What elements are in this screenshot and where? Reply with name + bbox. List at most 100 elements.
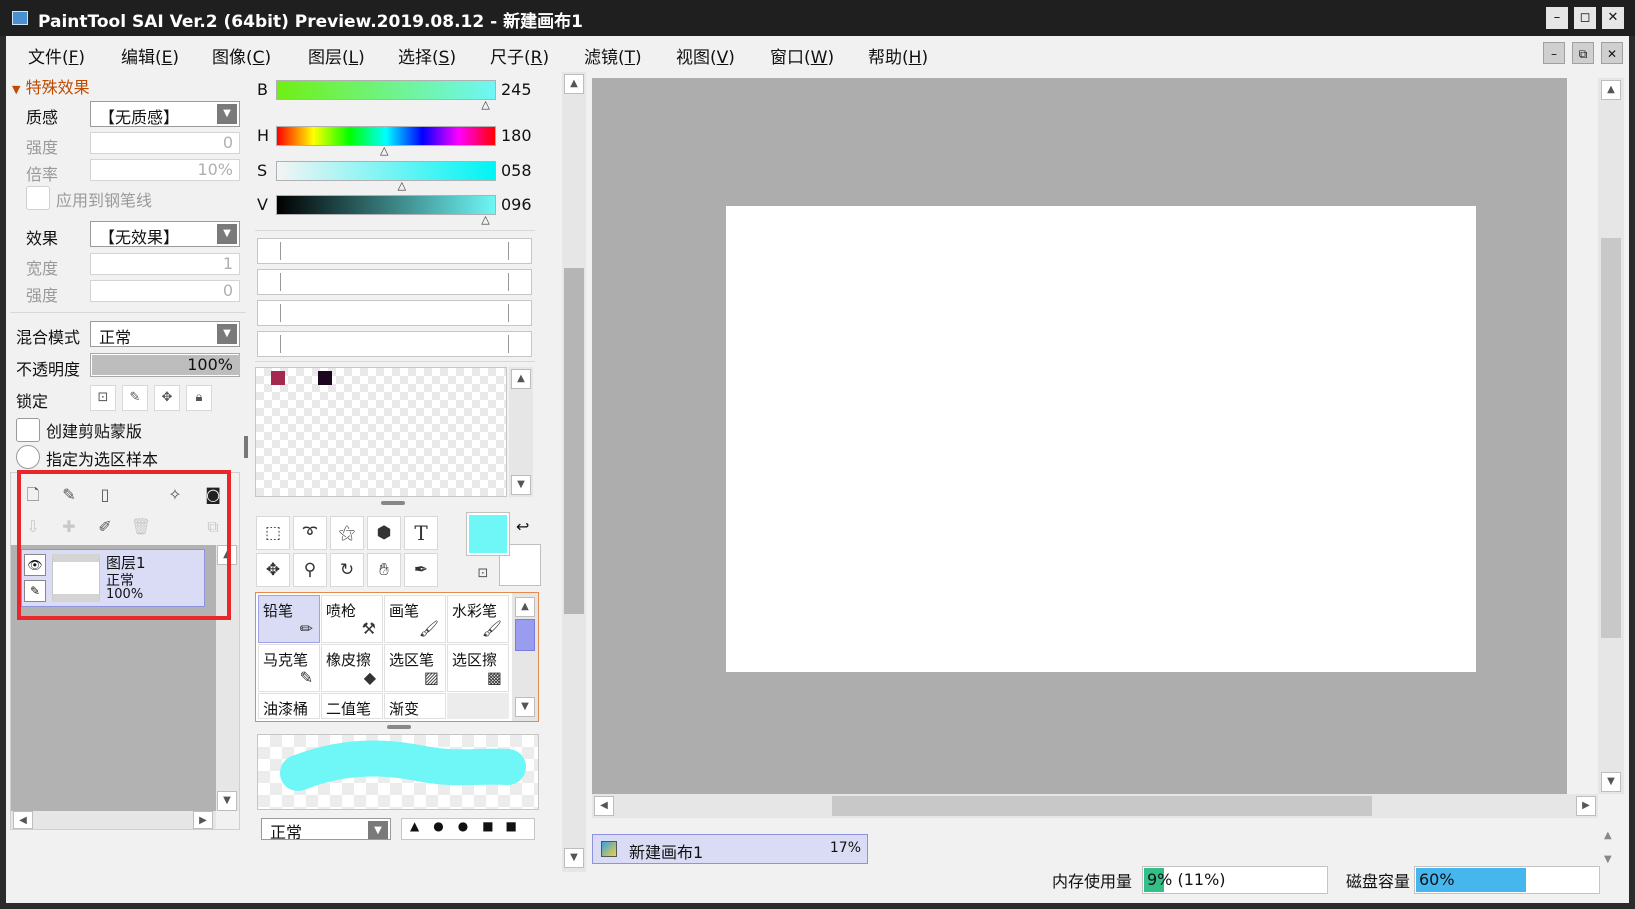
s-slider-handle[interactable]: △ (398, 179, 406, 192)
swatch-area[interactable] (255, 367, 507, 497)
close-button[interactable]: ✕ (1602, 7, 1624, 29)
brush-gradient[interactable]: 渐变 (384, 693, 446, 719)
scroll-down-icon[interactable]: ▼ (515, 697, 535, 717)
rect-select-icon[interactable]: ⬚ (256, 516, 290, 550)
scroll-up-icon[interactable]: ▲ (564, 74, 584, 94)
brush-scroll-thumb[interactable] (515, 619, 535, 651)
brush-paintbrush[interactable]: 画笔 🖌︎ (384, 595, 446, 643)
magic-wand-icon[interactable]: ⚝ (330, 516, 364, 550)
rotate-icon[interactable]: ↻ (330, 553, 364, 587)
canvas-vscrollbar[interactable]: ▲ ▼ (1598, 78, 1624, 794)
brush-shape-selector[interactable]: ▲ ● ● ■ ■ (401, 818, 535, 840)
color-swatch[interactable] (318, 371, 332, 385)
selection-source-toggle[interactable] (16, 445, 40, 469)
texture-scale-field[interactable]: 10% (90, 159, 240, 181)
scroll-up-icon[interactable]: ▲ (515, 597, 535, 617)
menu-edit[interactable]: 编辑(E) (121, 43, 179, 68)
brush-select-pen[interactable]: 选区笔 ▨ (384, 644, 446, 692)
effect-width-field[interactable]: 1 (90, 253, 240, 275)
brush-scrollbar[interactable]: ▲ ▼ (512, 593, 538, 721)
canvas[interactable] (726, 206, 1476, 672)
scroll-up-icon[interactable]: ▲ (511, 369, 531, 389)
brush-select-eraser[interactable]: 选区擦 ▩ (447, 644, 509, 692)
apply-pen-checkbox[interactable] (26, 186, 50, 210)
menu-layer[interactable]: 图层(L) (308, 43, 365, 68)
color-slot-4[interactable] (257, 331, 532, 357)
canvas-viewport[interactable] (592, 78, 1567, 794)
primary-color[interactable] (466, 512, 510, 556)
scroll-thumb[interactable] (832, 796, 1372, 816)
hand-icon[interactable]: ✋︎ (367, 553, 401, 587)
scroll-thumb[interactable] (564, 268, 584, 614)
lock-all-icon[interactable]: 🔒︎ (186, 385, 212, 411)
swap-colors-icon[interactable]: ↩ (516, 517, 529, 536)
layer-list-hscrollbar[interactable]: ◀ ▶ (11, 811, 216, 829)
brush-mode-select[interactable]: 正常 ▼ (261, 818, 391, 840)
menu-ruler[interactable]: 尺子(R) (490, 43, 549, 68)
scroll-right-icon[interactable]: ▶ (1576, 796, 1596, 816)
color-swatch[interactable] (271, 371, 285, 385)
scroll-thumb[interactable] (1601, 238, 1621, 638)
texture-select[interactable]: 【无质感】 ▼ (90, 101, 240, 127)
scroll-up-icon[interactable]: ▲ (1604, 830, 1612, 841)
maximize-button[interactable]: ◻ (1574, 7, 1596, 29)
scroll-up-icon[interactable]: ▲ (1601, 80, 1621, 100)
zoom-icon[interactable]: ⚲ (293, 553, 327, 587)
canvas-hscrollbar[interactable]: ◀ ▶ (592, 794, 1598, 818)
canvas-tab[interactable]: 新建画布1 17% (592, 834, 868, 864)
menu-file[interactable]: 文件(F) (28, 43, 85, 68)
brush-binary[interactable]: 二值笔 (321, 693, 383, 719)
brush-airbrush[interactable]: 喷枪 ⚒ (321, 595, 383, 643)
b-slider[interactable] (276, 80, 496, 100)
blend-mode-select[interactable]: 正常 ▼ (90, 321, 240, 347)
s-slider[interactable] (276, 161, 496, 181)
scroll-left-icon[interactable]: ◀ (594, 796, 614, 816)
scroll-right-icon[interactable]: ▶ (193, 811, 213, 829)
brush-watercolor[interactable]: 水彩笔 🖌︎ (447, 595, 509, 643)
opacity-slider[interactable]: 100% (90, 353, 240, 377)
eyedropper-icon[interactable]: ✒ (404, 553, 438, 587)
brush-bucket[interactable]: 油漆桶 (258, 693, 320, 719)
brush-marker[interactable]: 马克笔 ✎ (258, 644, 320, 692)
v-slider[interactable] (276, 195, 496, 215)
text-tool-icon[interactable]: T (404, 516, 438, 550)
mdi-restore-button[interactable]: ⧉ (1572, 42, 1594, 64)
lasso-icon[interactable]: ➰︎ (293, 516, 327, 550)
color-slot-2[interactable] (257, 269, 532, 295)
lock-paint-icon[interactable]: ✎ (122, 385, 148, 411)
scroll-down-icon[interactable]: ▼ (564, 848, 584, 868)
h-slider-handle[interactable]: △ (380, 144, 388, 157)
effect-strength-field[interactable]: 0 (90, 280, 240, 302)
mdi-minimize-button[interactable]: – (1543, 42, 1565, 64)
menu-window[interactable]: 窗口(W) (770, 43, 834, 68)
lock-transparency-icon[interactable]: ⊡ (90, 385, 116, 411)
mdi-close-button[interactable]: ✕ (1601, 42, 1623, 64)
scroll-down-icon[interactable]: ▼ (1604, 854, 1612, 865)
menu-help[interactable]: 帮助(H) (868, 43, 928, 68)
lock-move-icon[interactable]: ✥ (154, 385, 180, 411)
b-slider-handle[interactable]: △ (481, 98, 489, 111)
brush-eraser[interactable]: 橡皮擦 ◆ (321, 644, 383, 692)
tab-scrollbar[interactable]: ▲ ▼ (1602, 830, 1624, 874)
panel-splitter[interactable] (387, 725, 411, 729)
minimize-button[interactable]: – (1546, 7, 1568, 29)
effect-select[interactable]: 【无效果】 ▼ (90, 221, 240, 247)
h-slider[interactable] (276, 126, 496, 146)
scroll-down-icon[interactable]: ▼ (217, 791, 237, 811)
transparent-color-icon[interactable]: ⊡ (473, 564, 493, 584)
panel-splitter[interactable] (381, 501, 405, 505)
shape-icon[interactable]: ⬢ (367, 516, 401, 550)
scroll-down-icon[interactable]: ▼ (1601, 772, 1621, 792)
brush-pencil[interactable]: 铅笔 ✏ (258, 595, 320, 643)
effects-header[interactable]: ▼ 特殊效果 (12, 74, 90, 98)
scroll-down-icon[interactable]: ▼ (511, 475, 531, 495)
middle-panel-scrollbar[interactable]: ▲ ▼ (562, 72, 586, 872)
menu-filter[interactable]: 滤镜(T) (584, 43, 642, 68)
v-slider-handle[interactable]: △ (481, 213, 489, 226)
swatch-scrollbar[interactable]: ▲ ▼ (509, 367, 533, 497)
clipping-mask-checkbox[interactable] (16, 418, 40, 442)
menu-select[interactable]: 选择(S) (398, 43, 456, 68)
color-slot-1[interactable] (257, 238, 532, 264)
texture-strength-field[interactable]: 0 (90, 132, 240, 154)
scroll-left-icon[interactable]: ◀ (13, 811, 33, 829)
